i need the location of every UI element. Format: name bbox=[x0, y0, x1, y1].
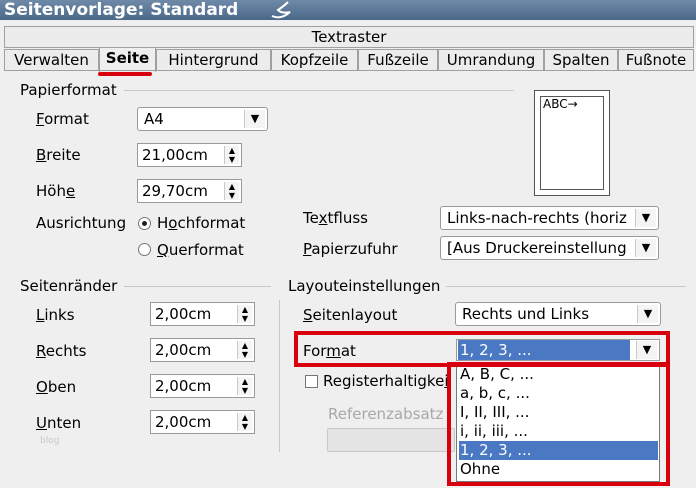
margin-top-value: 2,00cm bbox=[155, 377, 212, 395]
height-value: 29,70cm bbox=[142, 182, 208, 200]
spin-arrows-icon[interactable]: ▲ ▼ bbox=[237, 341, 252, 359]
section-rule bbox=[446, 286, 686, 287]
paperfeed-combobox[interactable]: [Aus Druckereinstellung ▼ bbox=[440, 236, 659, 260]
height-spinbox[interactable]: 29,70cm ▲ ▼ bbox=[137, 179, 242, 203]
tab-label: Umrandung bbox=[446, 51, 536, 69]
reference-paragraph-combobox bbox=[327, 428, 455, 452]
format-label: Format bbox=[36, 110, 89, 128]
landscape-label[interactable]: Querformat bbox=[157, 241, 244, 259]
portrait-radio[interactable] bbox=[138, 217, 151, 230]
active-tab-highlight bbox=[98, 72, 152, 76]
tab-label: Verwalten bbox=[14, 51, 89, 69]
tab-textraster[interactable]: Textraster bbox=[4, 26, 694, 48]
pagelayout-combobox[interactable]: Rechts und Links ▼ bbox=[455, 302, 661, 326]
landscape-radio[interactable] bbox=[138, 243, 151, 256]
paperfeed-value: [Aus Druckereinstellung bbox=[447, 239, 627, 257]
chevron-down-icon[interactable]: ▼ bbox=[637, 305, 658, 323]
page-preview-inner: ABC→ bbox=[540, 96, 604, 190]
margin-left-value: 2,00cm bbox=[155, 305, 212, 323]
app-swirl-icon bbox=[271, 1, 291, 19]
margin-right-value: 2,00cm bbox=[155, 341, 212, 359]
margin-bottom-spinbox[interactable]: 2,00cm ▲ ▼ bbox=[150, 410, 255, 434]
format-combobox[interactable]: A4 ▼ bbox=[137, 107, 268, 131]
tab-verwalten[interactable]: Verwalten bbox=[4, 49, 99, 70]
spin-arrows-icon[interactable]: ▲ ▼ bbox=[237, 413, 252, 431]
tab-textraster-label: Textraster bbox=[311, 28, 387, 46]
tab-fusszeile[interactable]: Fußzeile bbox=[358, 49, 438, 70]
section-papierformat: Papierformat bbox=[20, 81, 117, 99]
margin-left-spinbox[interactable]: 2,00cm ▲ ▼ bbox=[150, 302, 255, 326]
section-rule bbox=[124, 90, 514, 91]
tab-seite[interactable]: Seite bbox=[99, 47, 156, 72]
margin-bottom-value: 2,00cm bbox=[155, 413, 212, 431]
preview-text: ABC→ bbox=[543, 97, 578, 111]
chevron-down-icon[interactable]: ▼ bbox=[635, 239, 656, 257]
width-spinbox[interactable]: 21,00cm ▲ ▼ bbox=[137, 143, 242, 167]
section-seitenraender: Seitenränder bbox=[20, 277, 118, 295]
tab-label: Seite bbox=[105, 49, 150, 67]
tab-label: Hintergrund bbox=[168, 51, 259, 69]
watermark: blog bbox=[40, 436, 60, 446]
margin-top-spinbox[interactable]: 2,00cm ▲ ▼ bbox=[150, 374, 255, 398]
highlight-dropdown bbox=[447, 362, 670, 486]
section-rule bbox=[124, 286, 271, 287]
height-label: Höhe bbox=[36, 182, 76, 200]
width-value: 21,00cm bbox=[142, 146, 208, 164]
tab-panel-border bbox=[4, 70, 694, 71]
tab-hintergrund[interactable]: Hintergrund bbox=[156, 49, 271, 70]
margin-bottom-label: Unten bbox=[36, 414, 82, 432]
column-separator bbox=[279, 300, 280, 452]
margin-right-label: Rechts bbox=[36, 342, 87, 360]
tab-strip: Verwalten Seite Hintergrund Kopfzeile Fu… bbox=[4, 47, 694, 72]
tab-label: Spalten bbox=[552, 51, 610, 69]
tab-label: Fußnote bbox=[625, 51, 687, 69]
margin-top-label: Oben bbox=[36, 378, 77, 396]
margin-left-label: Links bbox=[36, 306, 75, 324]
paperfeed-label: Papierzufuhr bbox=[303, 240, 398, 258]
window-title-bar[interactable]: Seitenvorlage: Standard bbox=[0, 0, 696, 20]
tab-umrandung[interactable]: Umrandung bbox=[438, 49, 544, 70]
margin-right-spinbox[interactable]: 2,00cm ▲ ▼ bbox=[150, 338, 255, 362]
spin-arrows-icon[interactable]: ▲ ▼ bbox=[224, 146, 239, 164]
spin-arrows-icon[interactable]: ▲ ▼ bbox=[237, 305, 252, 323]
textflow-label: Textfluss bbox=[303, 209, 368, 227]
textflow-combobox[interactable]: Links-nach-rechts (horiz ▼ bbox=[440, 206, 659, 230]
chevron-down-icon[interactable]: ▼ bbox=[635, 209, 656, 227]
register-checkbox[interactable] bbox=[305, 375, 318, 388]
orientation-label: Ausrichtung bbox=[36, 214, 127, 232]
section-layouteinstellungen: Layouteinstellungen bbox=[288, 277, 441, 295]
tab-fussnote[interactable]: Fußnote bbox=[618, 49, 694, 70]
format-value: A4 bbox=[144, 110, 164, 128]
pagelayout-value: Rechts und Links bbox=[462, 305, 590, 323]
window-title: Seitenvorlage: Standard bbox=[4, 0, 239, 20]
tab-label: Kopfzeile bbox=[280, 51, 349, 69]
reference-paragraph-label: Referenzabsatz bbox=[328, 405, 444, 423]
register-label[interactable]: Registerhaltigkei bbox=[323, 372, 448, 390]
textflow-value: Links-nach-rechts (horiz bbox=[447, 209, 627, 227]
portrait-label[interactable]: Hochformat bbox=[157, 214, 245, 232]
pagelayout-label: Seitenlayout bbox=[303, 306, 398, 324]
width-label: Breite bbox=[36, 146, 81, 164]
chevron-down-icon[interactable]: ▼ bbox=[244, 110, 265, 128]
tab-label: Fußzeile bbox=[367, 51, 429, 69]
spin-arrows-icon[interactable]: ▲ ▼ bbox=[237, 377, 252, 395]
tab-spalten[interactable]: Spalten bbox=[544, 49, 618, 70]
tab-kopfzeile[interactable]: Kopfzeile bbox=[271, 49, 358, 70]
spin-arrows-icon[interactable]: ▲ ▼ bbox=[224, 182, 239, 200]
